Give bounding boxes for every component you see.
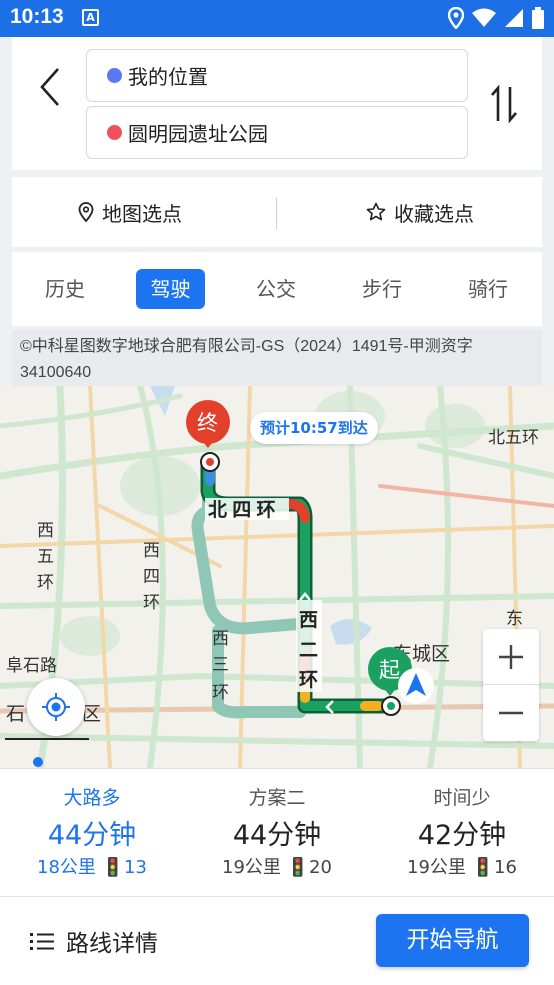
tab-drive[interactable]: 驾驶 [136,269,205,309]
route-details-label: 路线详情 [66,931,158,957]
tab-history[interactable]: 历史 [30,269,100,309]
route-name: 时间少 [433,787,491,809]
favorite-pick-label: 收藏选点 [394,201,474,226]
swap-arrows-icon [491,84,517,124]
notification-app-icon: A [82,9,99,26]
back-button[interactable] [34,65,68,109]
tab-transit[interactable]: 公交 [241,269,311,309]
map-view[interactable]: 北 四 环 西 二 环 西 三 环 西 四 环 西 五 环 阜石路 东城区 北五… [0,386,554,768]
road-label-west4-3: 环 [143,593,160,612]
start-navigation-button[interactable]: 开始导航 [376,914,529,967]
end-marker: 终 [186,400,230,472]
road-label-west2-2: 二 [299,640,318,661]
map-pin-icon [78,202,94,222]
start-marker-label: 起 [379,659,400,682]
destination-field[interactable]: 圆明园遗址公园 [86,106,468,159]
zoom-controls [483,629,539,741]
road-label-east: 东 [506,609,523,628]
list-icon [30,933,54,950]
minus-icon [499,711,523,715]
pick-bar: 地图选点 收藏选点 [12,177,542,247]
travel-mode-tabs: 历史 驾驶 公交 步行 骑行 [12,252,542,326]
route-name: 方案二 [248,787,306,809]
route-name: 大路多 [63,787,121,809]
zoom-out-button[interactable] [483,685,539,741]
chevron-left-icon [40,68,59,106]
tab-bike[interactable]: 骑行 [453,269,523,309]
clock: 10:13 [10,5,64,28]
route-details-button[interactable]: 路线详情 [30,923,158,959]
road-label-fushilu: 阜石路 [6,656,57,675]
destination-dot-icon [107,125,122,140]
location-icon [448,7,464,29]
eta-bubble: 预计10:57到达 [250,412,378,444]
route-duration: 44分钟 [232,820,322,851]
route-option-1[interactable]: 大路多 44分钟 18公里 🚦13 [0,769,184,897]
route-info: 19公里 🚦20 [222,857,332,878]
road-label-west3-3: 环 [212,683,229,702]
origin-dot-icon [107,68,122,83]
route-info: 19公里 🚦16 [407,857,517,878]
route-duration: 44分钟 [47,820,137,851]
road-label-west5-2: 五 [37,547,54,566]
road-label-west2-3: 环 [299,670,318,691]
route-input-card: 我的位置 圆明园遗址公园 [12,37,542,170]
crosshair-icon [42,693,70,721]
road-label-west3-2: 三 [212,655,229,674]
locate-button[interactable] [27,678,85,736]
divider [276,197,277,229]
road-label-west4-2: 四 [143,567,160,586]
road-label-north5: 北五环 [488,428,539,447]
star-icon [366,202,386,221]
road-label-north4: 北 四 环 [208,499,276,521]
route-duration: 42分钟 [417,820,507,851]
map-pick-label: 地图选点 [102,201,182,226]
origin-field[interactable]: 我的位置 [86,49,468,102]
current-location-icon [398,668,434,704]
map-label-shi: 石 [6,704,25,725]
road-label-west5-3: 环 [37,573,54,592]
wifi-icon [472,8,496,27]
road-label-west4-1: 西 [143,541,160,560]
route-options: 大路多 44分钟 18公里 🚦13 方案二 44分钟 19公里 🚦20 时间少 … [0,768,554,896]
route-option-2[interactable]: 方案二 44分钟 19公里 🚦20 [185,769,369,897]
bottom-action-bar: 路线详情 开始导航 [0,896,554,985]
plus-icon [499,644,523,669]
route-info: 18公里 🚦13 [37,857,147,878]
map-pick-button[interactable]: 地图选点 [78,177,182,247]
road-label-west2-1: 西 [299,610,318,631]
origin-text: 我的位置 [128,65,208,89]
tab-walk[interactable]: 步行 [347,269,417,309]
destination-text: 圆明园遗址公园 [128,122,268,146]
map-copyright: ©中科星图数字地球合肥有限公司-GS（2024）1491号-甲测资字341006… [12,330,542,386]
signal-icon [505,9,523,27]
swap-button[interactable] [486,83,522,125]
battery-icon [532,7,544,29]
status-icons [448,6,544,30]
route-option-3[interactable]: 时间少 42分钟 19公里 🚦16 [370,769,554,897]
favorite-pick-button[interactable]: 收藏选点 [366,177,474,247]
zoom-in-button[interactable] [483,629,539,685]
map-logo-icon [33,757,43,767]
status-bar: 10:13 A [0,0,554,37]
end-marker-label: 终 [197,412,218,435]
road-label-west3-1: 西 [212,629,229,648]
road-label-west5-1: 西 [37,521,54,540]
map-scale-bar [5,738,89,740]
